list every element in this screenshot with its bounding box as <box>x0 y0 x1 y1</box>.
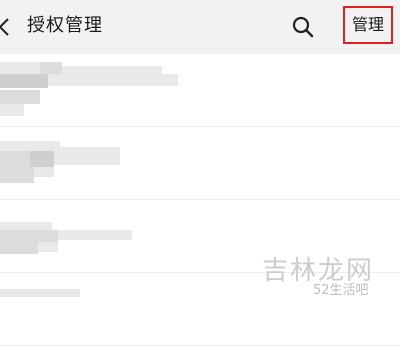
chevron-left-icon[interactable] <box>0 16 12 38</box>
manage-button[interactable]: 管理 <box>343 6 393 44</box>
blurred-content <box>30 151 54 167</box>
blurred-content <box>62 66 162 74</box>
page-title: 授权管理 <box>27 15 103 36</box>
watermark-site: 52生活吧 <box>313 283 369 298</box>
list-item[interactable] <box>0 127 400 200</box>
blurred-content <box>0 141 60 151</box>
blurred-content <box>0 167 34 183</box>
blurred-content <box>34 167 54 177</box>
blurred-content <box>0 289 80 297</box>
authorized-app-list <box>0 54 400 346</box>
search-icon[interactable] <box>292 16 314 38</box>
blurred-content <box>40 62 62 74</box>
blurred-content <box>0 62 40 74</box>
blurred-content <box>48 74 178 86</box>
list-item[interactable] <box>0 54 400 127</box>
blurred-content <box>0 230 58 242</box>
blurred-content <box>0 104 24 116</box>
navbar: 授权管理 管理 <box>0 0 400 54</box>
blurred-content <box>0 151 30 167</box>
blurred-content <box>38 242 58 252</box>
blurred-content <box>0 90 40 104</box>
blurred-content <box>0 242 38 254</box>
blurred-content <box>58 230 132 240</box>
blurred-content <box>54 147 120 165</box>
blurred-content <box>0 74 48 88</box>
